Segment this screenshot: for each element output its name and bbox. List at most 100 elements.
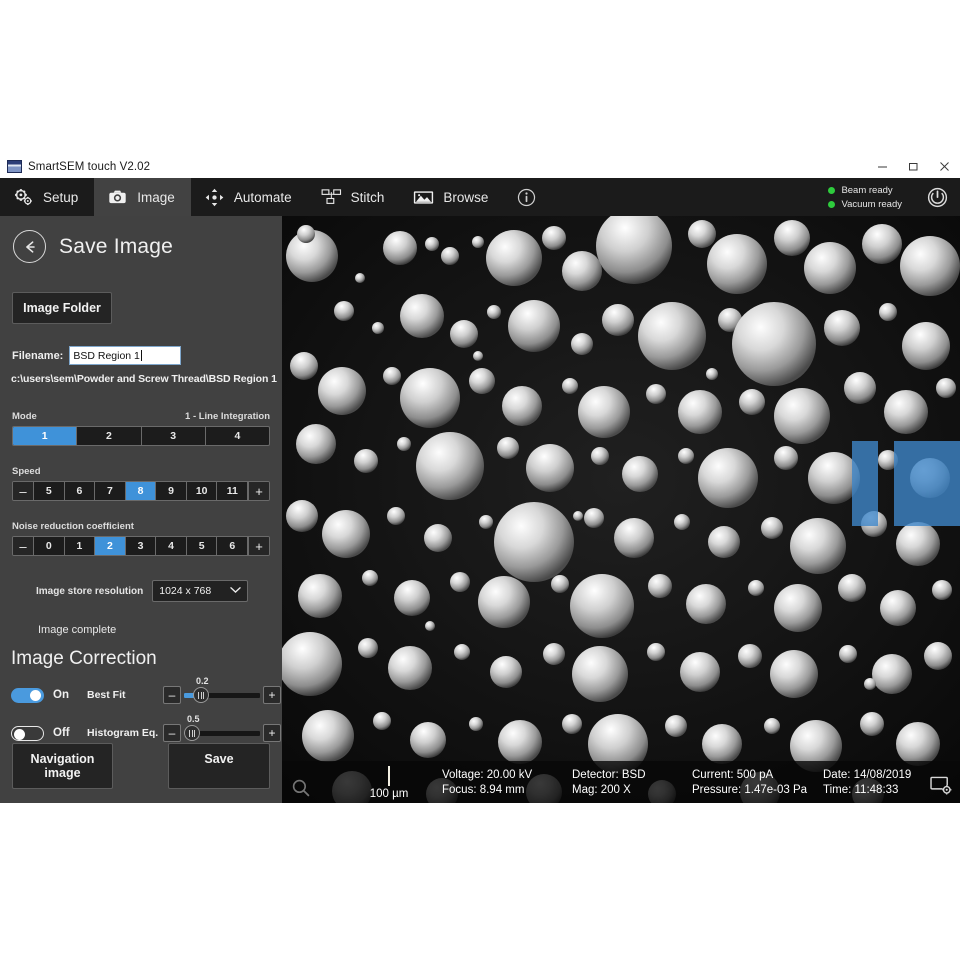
magnifier-icon[interactable] — [290, 777, 312, 799]
tab-info[interactable] — [504, 178, 549, 216]
info-icon — [516, 187, 537, 208]
beam-status-label: Beam ready — [841, 184, 893, 196]
tab-setup-label: Setup — [43, 189, 79, 205]
resolution-label: Image store resolution — [36, 585, 144, 597]
save-button[interactable]: Save — [168, 743, 270, 789]
stitch-tiles-icon — [321, 187, 342, 208]
speed-section: Speed – 5 6 7 8 9 10 11 + — [12, 466, 270, 501]
filename-input[interactable]: BSD Region 1 — [69, 346, 182, 365]
save-image-panel: Save Image Image Folder Filename: BSD Re… — [0, 216, 282, 803]
best-fit-increment-button[interactable]: + — [263, 686, 281, 704]
tab-image-label: Image — [137, 189, 175, 205]
histogram-eq-slider[interactable]: 0.5 — [184, 714, 260, 741]
best-fit-slider[interactable]: 0.2 — [184, 676, 260, 703]
image-correction-title: Image Correction — [11, 648, 157, 669]
tab-stitch-label: Stitch — [350, 189, 385, 205]
move-arrows-icon — [204, 187, 225, 208]
status-indicators: Beam ready Vacuum ready — [828, 178, 902, 216]
speed-option-5[interactable]: 5 — [34, 482, 65, 500]
tab-automate[interactable]: Automate — [191, 178, 308, 216]
noise-option-4[interactable]: 4 — [156, 537, 187, 555]
noise-option-6[interactable]: 6 — [217, 537, 249, 555]
speed-option-11[interactable]: 11 — [217, 482, 249, 500]
resolution-select[interactable]: 1024 x 768 — [152, 580, 249, 602]
back-button[interactable] — [13, 230, 46, 263]
tab-automate-label: Automate — [233, 189, 292, 205]
histogram-eq-toggle[interactable] — [11, 725, 44, 741]
text-caret — [140, 350, 142, 361]
histogram-eq-increment-button[interactable]: + — [263, 724, 281, 742]
blue-overlay-bar-left — [852, 441, 878, 526]
tab-setup[interactable]: Setup — [0, 178, 94, 216]
tab-stitch[interactable]: Stitch — [308, 178, 401, 216]
speed-option-8[interactable]: 8 — [125, 482, 157, 500]
page-title: Save Image — [59, 234, 174, 258]
filename-label: Filename: — [12, 349, 64, 362]
minimize-button[interactable] — [867, 155, 898, 178]
speed-option-6[interactable]: 6 — [65, 482, 96, 500]
speed-decrement-button[interactable]: – — [13, 482, 34, 500]
noise-option-3[interactable]: 3 — [126, 537, 157, 555]
scale-bar-tick — [388, 766, 390, 786]
vacuum-status-dot — [828, 200, 836, 208]
beam-status: Beam ready — [828, 185, 902, 196]
camera-icon — [107, 187, 128, 208]
focus-value: Focus: 8.94 mm — [442, 783, 525, 796]
scale-bar: 100 µm — [344, 766, 434, 800]
maximize-button[interactable] — [898, 155, 929, 178]
speed-option-7[interactable]: 7 — [95, 482, 126, 500]
mode-value-text: 1 - Line Integration — [185, 411, 270, 422]
noise-option-1[interactable]: 1 — [65, 537, 96, 555]
histogram-eq-state: Off — [53, 727, 70, 739]
noise-decrement-button[interactable]: – — [13, 537, 34, 555]
smartsem-window: SmartSEM touch V2.02 Setup Image Automat… — [0, 155, 960, 803]
best-fit-state: On — [53, 689, 69, 701]
panel-header: Save Image — [0, 216, 282, 263]
mode-option-4[interactable]: 4 — [206, 427, 269, 445]
tab-browse[interactable]: Browse — [400, 178, 504, 216]
best-fit-toggle[interactable] — [11, 687, 44, 703]
vacuum-status: Vacuum ready — [828, 199, 902, 210]
detector-value: Detector: BSD — [572, 768, 646, 781]
filename-value: BSD Region 1 — [73, 349, 140, 362]
best-fit-value: 0.2 — [196, 676, 209, 686]
tab-image[interactable]: Image — [94, 178, 191, 216]
file-path-text: c:\users\sem\Powder and Screw Thread\BSD… — [11, 373, 277, 385]
screen-settings-icon[interactable] — [930, 776, 953, 796]
window-controls — [867, 155, 960, 178]
app-logo-icon — [7, 160, 22, 173]
noise-segmented-control: – 0 1 2 3 4 5 6 + — [12, 536, 270, 556]
histogram-eq-decrement-button[interactable]: – — [163, 724, 181, 742]
voltage-value: Voltage: 20.00 kV — [442, 768, 533, 781]
mode-label: Mode — [12, 411, 37, 422]
mode-option-2[interactable]: 2 — [77, 427, 142, 445]
speed-increment-button[interactable]: + — [248, 482, 269, 500]
speed-label: Speed — [12, 466, 41, 477]
speed-option-10[interactable]: 10 — [187, 482, 218, 500]
close-button[interactable] — [929, 155, 960, 178]
noise-option-0[interactable]: 0 — [34, 537, 65, 555]
sem-image-view[interactable]: 100 µm Voltage: 20.00 kV Focus: 8.94 mm … — [282, 216, 960, 803]
best-fit-decrement-button[interactable]: – — [163, 686, 181, 704]
mode-option-3[interactable]: 3 — [142, 427, 206, 445]
window-title: SmartSEM touch V2.02 — [28, 160, 151, 173]
resolution-row: Image store resolution 1024 x 768 — [36, 580, 282, 602]
power-button[interactable] — [927, 187, 948, 208]
time-value: Time: 11:48:33 — [823, 783, 899, 796]
filename-row: Filename: BSD Region 1 — [12, 346, 282, 365]
date-value: Date: 14/08/2019 — [823, 768, 912, 781]
speed-option-9[interactable]: 9 — [156, 482, 187, 500]
chevron-down-icon — [230, 585, 242, 597]
noise-increment-button[interactable]: + — [248, 537, 269, 555]
best-fit-slider-group: – 0.2 + — [163, 676, 281, 704]
mode-option-1[interactable]: 1 — [13, 427, 78, 445]
noise-option-2[interactable]: 2 — [95, 537, 126, 555]
noise-option-5[interactable]: 5 — [187, 537, 218, 555]
pressure-value: Pressure: 1.47e-03 Pa — [692, 783, 808, 796]
speed-segmented-control: – 5 6 7 8 9 10 11 + — [12, 481, 270, 501]
histogram-eq-label: Histogram Eq. — [87, 727, 159, 739]
navigation-image-button[interactable]: Navigation image — [12, 743, 113, 789]
histogram-eq-value: 0.5 — [187, 714, 200, 724]
mag-value: Mag: 200 X — [572, 783, 631, 796]
image-folder-button[interactable]: Image Folder — [12, 292, 112, 324]
